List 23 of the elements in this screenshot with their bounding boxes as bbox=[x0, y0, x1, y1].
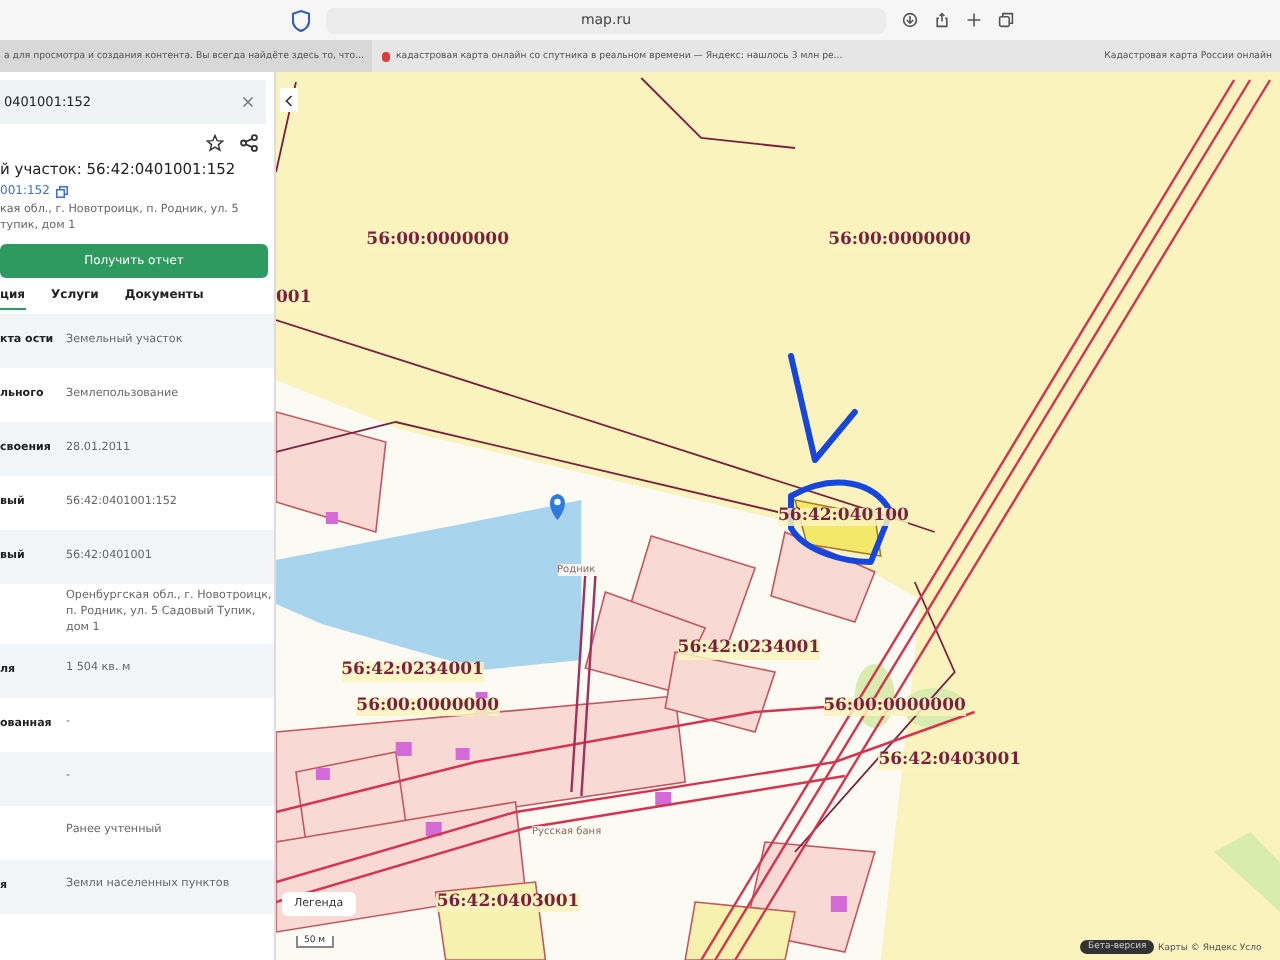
download-icon[interactable] bbox=[902, 12, 918, 28]
cadastral-label: 56:00:0000000 bbox=[356, 698, 499, 717]
cadastral-label: 56:42:040100 bbox=[778, 507, 909, 526]
share-icon[interactable] bbox=[240, 134, 258, 152]
star-icon[interactable] bbox=[206, 134, 224, 152]
copy-icon[interactable] bbox=[55, 185, 68, 197]
cadastral-label: 56:42:0403001 bbox=[878, 751, 1022, 770]
chevron-left-icon bbox=[284, 93, 294, 107]
plus-icon[interactable] bbox=[966, 12, 982, 28]
location-pin-icon bbox=[549, 494, 565, 520]
cadastral-label: 56:42:0234001 bbox=[341, 662, 484, 682]
favicon-icon bbox=[382, 51, 391, 61]
cadastral-label: 56:00:0000000 bbox=[366, 231, 510, 251]
cadastral-label: 56:42:0403001 bbox=[436, 893, 580, 913]
cadastral-label: 56:00:0000000 bbox=[828, 231, 971, 251]
close-icon[interactable] bbox=[242, 96, 254, 108]
cadastral-label: 56:00:0000000 bbox=[823, 698, 966, 717]
tabs-icon[interactable] bbox=[998, 12, 1014, 28]
cadastral-label: 001 bbox=[276, 289, 312, 309]
share-icon[interactable] bbox=[934, 12, 950, 28]
shield-icon[interactable] bbox=[292, 9, 310, 31]
cadastral-label: 56:42:0234001 bbox=[677, 640, 821, 659]
collapse-panel-button[interactable] bbox=[280, 88, 298, 112]
